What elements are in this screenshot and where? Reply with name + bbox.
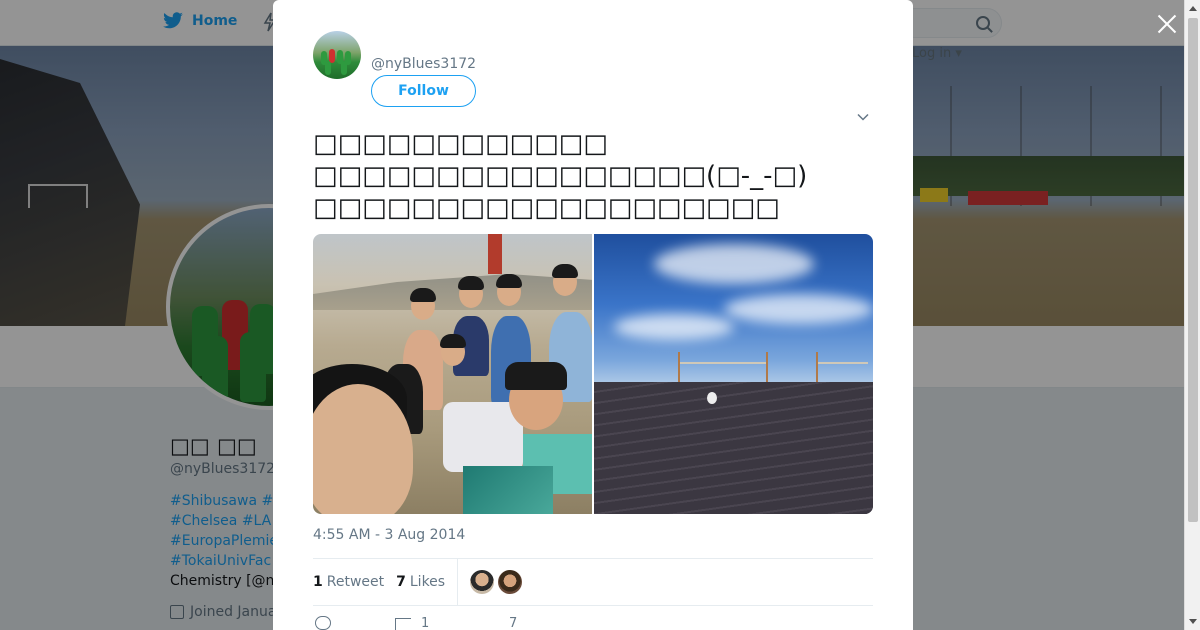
page-scrollbar[interactable] xyxy=(1184,0,1200,630)
chevron-down-icon[interactable] xyxy=(857,111,869,123)
like-button[interactable]: 7 xyxy=(485,616,517,630)
liker-avatar[interactable] xyxy=(498,570,523,594)
tweet-actions: 1 7 xyxy=(313,616,873,630)
tweet-media xyxy=(313,234,873,514)
tweet-photo[interactable] xyxy=(594,234,873,514)
tweet-stats: 1 Retweet 7 Likes xyxy=(313,559,873,605)
retweet-action-count: 1 xyxy=(421,616,430,630)
retweet-button[interactable]: 1 xyxy=(395,616,429,630)
tweet-author-handle[interactable]: @nyBlues3172 xyxy=(371,56,476,72)
reply-button[interactable] xyxy=(315,616,331,630)
scrollbar-thumb[interactable] xyxy=(1188,18,1198,522)
tweet-text: □□□□□□□□□□□□ □□□□□□□□□□□□□□□□(□-_-□) □□□… xyxy=(313,129,808,223)
liker-avatar[interactable] xyxy=(470,570,495,594)
like-action-count: 7 xyxy=(509,616,518,630)
tweet-modal: @nyBlues3172 Follow □□□□□□□□□□□□ □□□□□□□… xyxy=(273,0,913,630)
tweet-timestamp[interactable]: 4:55 AM - 3 Aug 2014 xyxy=(313,527,465,543)
close-icon[interactable] xyxy=(1155,12,1179,36)
tweet-author-avatar[interactable] xyxy=(313,31,361,79)
retweet-count[interactable]: 1 Retweet xyxy=(313,574,384,590)
stats-divider xyxy=(457,559,459,605)
follow-button[interactable]: Follow xyxy=(371,75,476,107)
scroll-up-icon[interactable] xyxy=(1189,6,1197,11)
retweet-icon xyxy=(395,617,411,630)
likes-count[interactable]: 7 Likes xyxy=(396,574,445,590)
tweet-photo[interactable] xyxy=(313,234,592,514)
divider xyxy=(313,605,873,606)
reply-icon xyxy=(315,616,331,630)
scroll-down-icon[interactable] xyxy=(1189,619,1197,624)
